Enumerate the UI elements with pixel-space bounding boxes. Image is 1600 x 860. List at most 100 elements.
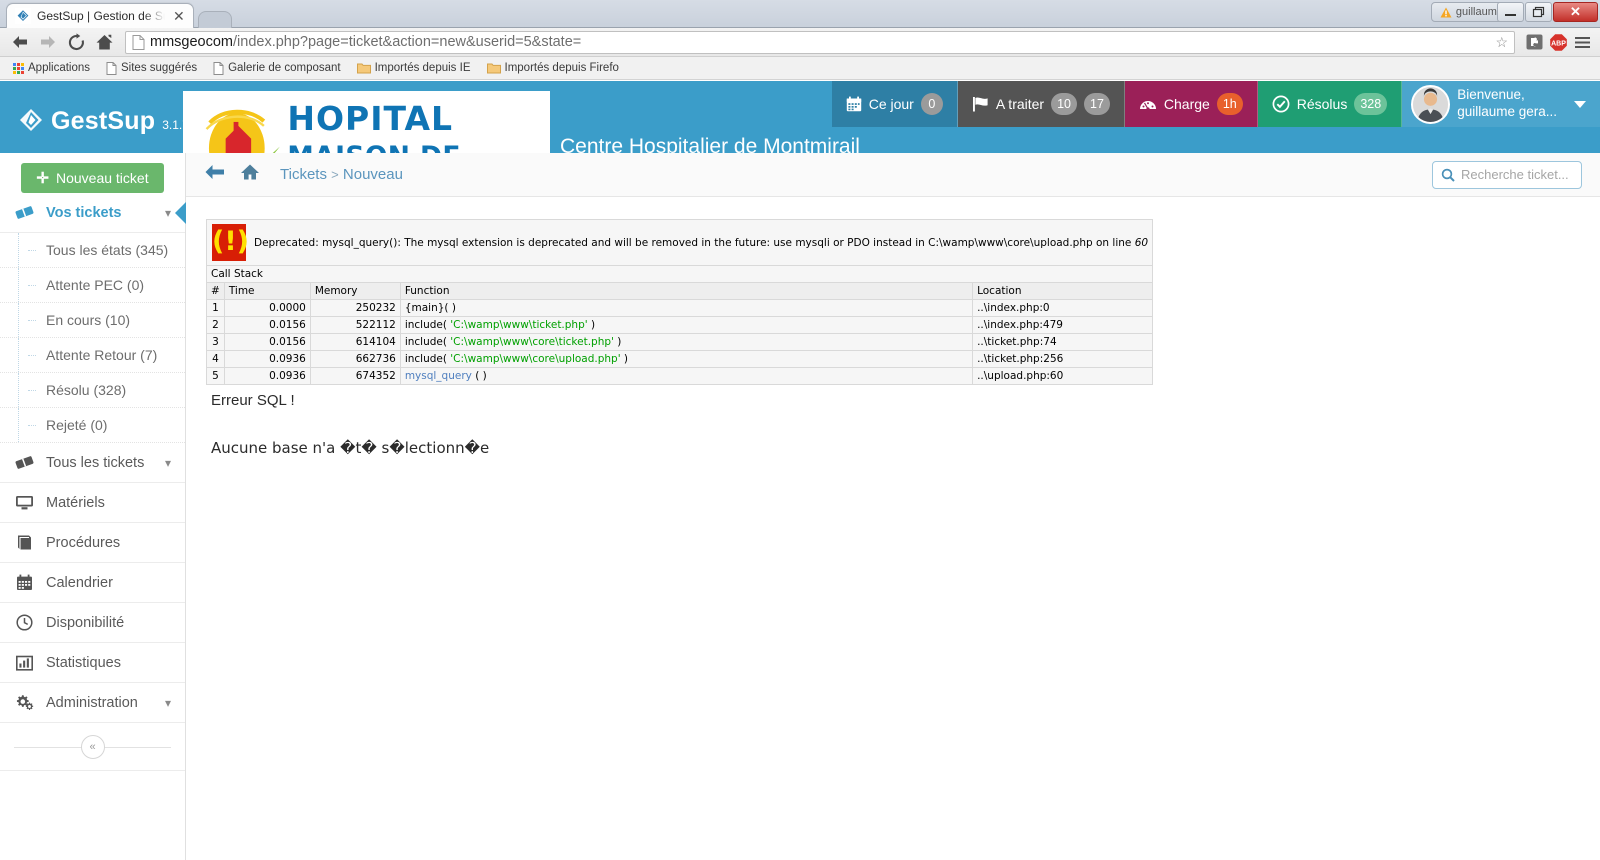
page-icon bbox=[213, 61, 224, 75]
bookmark-sites-suggeres[interactable]: Sites suggérés bbox=[99, 60, 204, 77]
fn-pre: include( bbox=[404, 353, 451, 365]
chevron-down-icon[interactable]: ▾ bbox=[165, 456, 171, 470]
user-menu[interactable]: Bienvenue, guillaume gera... bbox=[1402, 81, 1600, 127]
minimize-button[interactable] bbox=[1497, 2, 1524, 22]
main-content: Tickets > Nouveau Recherche ticket... (!… bbox=[186, 153, 1600, 860]
sidebar-item-disponibilite[interactable]: Disponibilité bbox=[0, 603, 185, 643]
bookmark-applications[interactable]: Applications bbox=[6, 60, 97, 76]
maximize-button[interactable] bbox=[1525, 2, 1552, 22]
gestsup-favicon bbox=[15, 8, 31, 24]
new-tab-button[interactable] bbox=[197, 11, 232, 28]
close-button[interactable]: ✕ bbox=[1553, 2, 1598, 22]
row-function: {main}( ) bbox=[399, 299, 974, 317]
hamburger-menu-icon[interactable] bbox=[1570, 31, 1594, 53]
new-ticket-button[interactable]: ✛ Nouveau ticket bbox=[21, 163, 164, 193]
sidebar-subitem-tous-les-etats[interactable]: Tous les états (345) bbox=[0, 233, 185, 268]
header-nav-charge[interactable]: Charge 1h bbox=[1124, 81, 1258, 127]
bookmark-label: Importés depuis IE bbox=[374, 62, 471, 74]
sidebar-subitem-attente-retour[interactable]: Attente Retour (7) bbox=[0, 338, 185, 373]
adblock-icon[interactable]: ABP bbox=[1546, 31, 1570, 53]
ticket-icon bbox=[14, 204, 34, 221]
bookmarks-bar: Applications Sites suggérés Galerie de c… bbox=[0, 57, 1600, 80]
row-time: 0.0156 bbox=[223, 333, 311, 351]
row-num: 4 bbox=[206, 350, 225, 368]
tab-strip: GestSup | Gestion de Supp ✕ bbox=[6, 2, 232, 28]
gauge-icon bbox=[1139, 101, 1156, 111]
xdebug-error-message-cell: (!) Deprecated: mysql_query(): The mysql… bbox=[205, 219, 1154, 266]
sidebar-subitem-label: En cours (10) bbox=[46, 312, 131, 328]
xdebug-error-line: 60 bbox=[1134, 236, 1149, 249]
bookmark-star-icon[interactable]: ☆ bbox=[1495, 34, 1508, 51]
address-bar[interactable]: mmsgeocom/index.php?page=ticket&action=n… bbox=[125, 30, 1515, 54]
sidebar-item-administration[interactable]: Administration ▾ bbox=[0, 683, 185, 723]
collapse-sidebar-icon[interactable]: « bbox=[80, 734, 105, 759]
folder-icon bbox=[356, 63, 371, 74]
brand[interactable]: GestSup 3.1.7 bbox=[18, 103, 189, 136]
tree-dash bbox=[28, 354, 36, 356]
sidebar-item-tous-les-tickets[interactable]: Tous les tickets ▾ bbox=[0, 443, 185, 483]
sidebar-subitem-attente-pec[interactable]: Attente PEC (0) bbox=[0, 268, 185, 303]
row-num: 2 bbox=[206, 316, 225, 334]
home-icon[interactable] bbox=[90, 29, 118, 55]
bookmark-label: Sites suggérés bbox=[121, 62, 198, 74]
flag-icon bbox=[972, 97, 988, 112]
close-icon[interactable]: ✕ bbox=[171, 9, 187, 23]
header-nav-resolus[interactable]: Résolus 328 bbox=[1257, 81, 1403, 127]
header-nav-badge: 10 bbox=[1051, 93, 1077, 115]
row-memory: 614104 bbox=[309, 333, 401, 351]
sidebar-subitem-en-cours[interactable]: En cours (10) bbox=[0, 303, 185, 338]
sidebar-item-label: Vos tickets bbox=[46, 204, 122, 221]
fn-link[interactable]: mysql_query bbox=[405, 370, 472, 382]
sidebar-subitem-rejete[interactable]: Rejeté (0) bbox=[0, 408, 185, 443]
browser-tab[interactable]: GestSup | Gestion de Supp ✕ bbox=[6, 3, 194, 28]
bookmark-label: Galerie de composant bbox=[228, 62, 341, 74]
back-arrow-icon[interactable] bbox=[6, 29, 34, 55]
apps-grid-icon bbox=[13, 62, 24, 74]
brand-name: GestSup bbox=[51, 107, 156, 135]
chevron-down-icon[interactable]: ▾ bbox=[165, 206, 171, 220]
close-label: ✕ bbox=[1570, 4, 1581, 19]
back-arrow-icon[interactable] bbox=[204, 163, 226, 187]
sidebar-item-label: Statistiques bbox=[46, 654, 121, 671]
url-host: mmsgeocom bbox=[150, 34, 233, 50]
chevron-down-icon[interactable]: ▾ bbox=[165, 696, 171, 710]
search-input[interactable]: Recherche ticket... bbox=[1432, 160, 1582, 189]
plus-icon: ✛ bbox=[36, 170, 49, 187]
sidebar-item-calendrier[interactable]: Calendrier bbox=[0, 563, 185, 603]
url-text: mmsgeocom/index.php?page=ticket&action=n… bbox=[150, 34, 581, 50]
bookmark-label: Importés depuis Firefo bbox=[504, 62, 619, 74]
sidebar-subitem-resolu[interactable]: Résolu (328) bbox=[0, 373, 185, 408]
header-nav-label: Charge bbox=[1163, 96, 1210, 112]
bookmark-galerie[interactable]: Galerie de composant bbox=[206, 60, 348, 77]
home-icon[interactable] bbox=[240, 163, 260, 186]
header-nav-ce-jour[interactable]: Ce jour 0 bbox=[831, 81, 958, 127]
extension-puzzle-icon[interactable] bbox=[1522, 31, 1546, 53]
tree-dash bbox=[28, 284, 36, 286]
sidebar-item-materiels[interactable]: Matériels bbox=[0, 483, 185, 523]
sidebar-item-procedures[interactable]: Procédures bbox=[0, 523, 185, 563]
chevron-down-icon[interactable] bbox=[1574, 100, 1586, 108]
call-stack-title: Call Stack bbox=[205, 265, 1154, 283]
header-nav-a-traiter[interactable]: A traiter 10 17 bbox=[957, 81, 1125, 127]
sidebar-item-statistiques[interactable]: Statistiques bbox=[0, 643, 185, 683]
breadcrumb-parent[interactable]: Tickets bbox=[280, 166, 327, 183]
bookmark-importes-ie[interactable]: Importés depuis IE bbox=[350, 60, 478, 76]
row-memory: 662736 bbox=[309, 350, 401, 368]
sidebar-subitem-label: Tous les états (345) bbox=[46, 242, 169, 258]
header-nav-badge: 0 bbox=[920, 93, 943, 115]
row-time: 0.0000 bbox=[223, 299, 311, 317]
fn-post: ) bbox=[587, 319, 596, 331]
content-area: (!) Deprecated: mysql_query(): The mysql… bbox=[186, 197, 1600, 457]
breadcrumb-current: Nouveau bbox=[342, 166, 403, 183]
fn-pre: include( bbox=[404, 336, 451, 348]
sidebar-item-vos-tickets[interactable]: Vos tickets ▾ bbox=[0, 193, 185, 233]
reload-icon[interactable] bbox=[62, 29, 90, 55]
sidebar: ✛ Nouveau ticket Vos tickets ▾ Tous les … bbox=[0, 153, 186, 860]
ticket-icon bbox=[14, 454, 34, 471]
collapse-label: « bbox=[89, 740, 96, 753]
fn-string: 'C:\wamp\www\ticket.php' bbox=[450, 319, 588, 331]
browser-toolbar: mmsgeocom/index.php?page=ticket&action=n… bbox=[0, 28, 1600, 57]
bookmark-importes-firefox[interactable]: Importés depuis Firefo bbox=[480, 60, 626, 76]
row-time: 0.0156 bbox=[223, 316, 311, 334]
window-controls: ✕ bbox=[1497, 2, 1598, 22]
